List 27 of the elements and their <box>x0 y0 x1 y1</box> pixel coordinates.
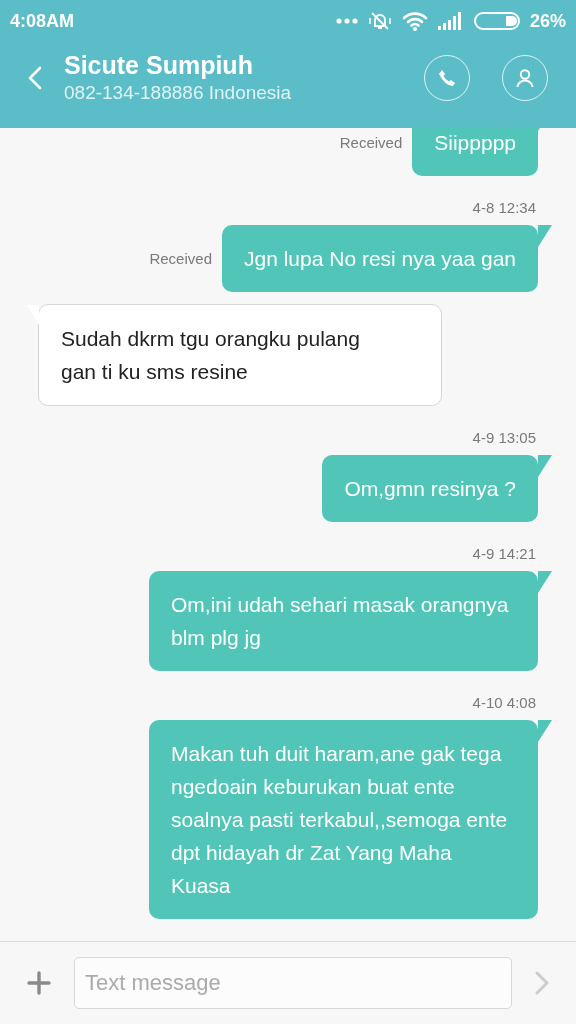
bubble-tail <box>538 455 552 477</box>
contact-name: Sicute Sumpiuh <box>64 50 254 80</box>
person-icon <box>515 68 535 88</box>
sent-message-bubble: Siippppp <box>412 128 538 176</box>
bubble-tail <box>538 720 552 742</box>
contact-number: 082-134-188886 Indonesia <box>64 81 293 105</box>
back-icon[interactable] <box>28 66 42 90</box>
battery-icon <box>473 12 520 30</box>
delivery-status: Received <box>339 134 403 151</box>
message-input-field[interactable]: Text message <box>74 957 512 1009</box>
message-timestamp: 4-9 14:21 <box>471 545 536 563</box>
status-time: 4:08AM <box>10 10 75 32</box>
message-timestamp: 4-10 4:08 <box>471 694 536 712</box>
message-timestamp: 4-9 13:05 <box>471 429 536 447</box>
delivery-status: Received <box>149 250 212 267</box>
send-icon[interactable] <box>534 970 550 996</box>
add-icon[interactable] <box>26 970 52 996</box>
bubble-tail <box>538 225 552 247</box>
battery-percent: 26% <box>529 10 566 32</box>
more-dots-icon <box>335 18 358 24</box>
muted-bell-icon <box>367 11 392 31</box>
signal-icon <box>437 12 464 30</box>
message-timestamp: 4-8 12:34 <box>471 199 536 217</box>
phone-icon <box>437 68 457 88</box>
bubble-tail <box>538 571 552 593</box>
bubble-tail <box>27 305 39 325</box>
wifi-icon <box>401 11 428 31</box>
